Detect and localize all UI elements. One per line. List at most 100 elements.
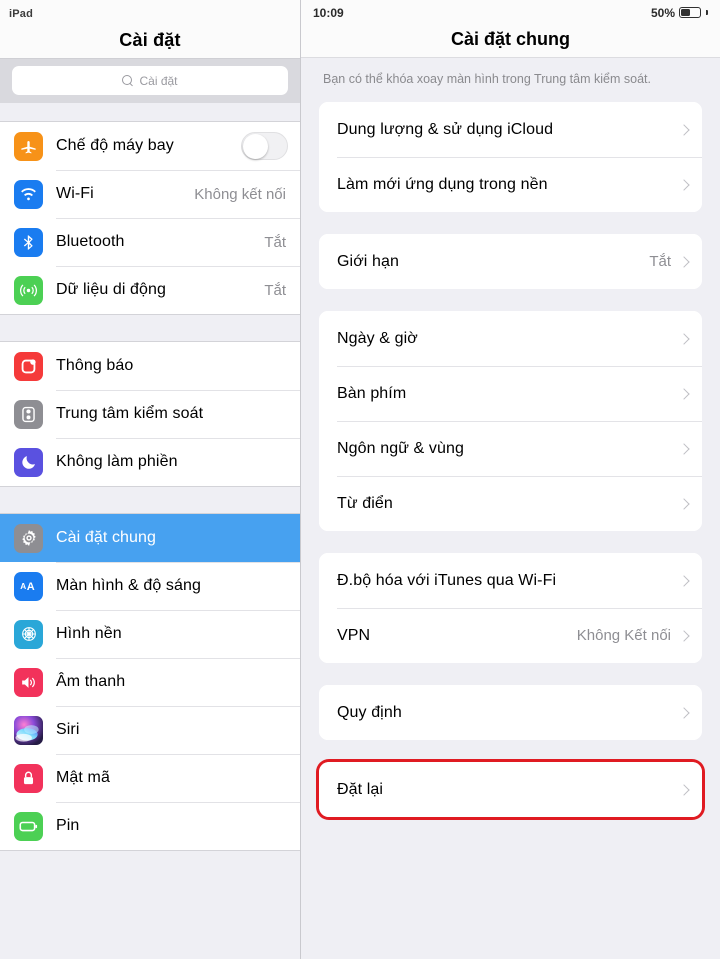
settings-card-highlighted: Đặt lại xyxy=(319,762,702,818)
sidebar-group-gap xyxy=(0,103,300,121)
battery-percent-label: 50% xyxy=(650,5,675,20)
chevron-right-icon xyxy=(678,332,690,345)
sidebar-item-3[interactable]: Hình nền xyxy=(0,610,300,658)
bluetooth-icon xyxy=(14,227,43,257)
chevron-right-icon xyxy=(678,442,690,455)
search-icon xyxy=(122,75,133,86)
search-placeholder-label: Cài đặt xyxy=(139,73,178,88)
sidebar-item-label: Chế độ máy bay xyxy=(56,137,174,154)
sidebar-item-value: Tắt xyxy=(264,281,286,299)
sidebar-title: Cài đặt xyxy=(0,22,300,58)
sidebar-item-4[interactable]: Dữ liệu di động Tắt xyxy=(0,266,300,314)
settings-row-label: Đặt lại xyxy=(337,780,384,798)
sidebar-item-label: Âm thanh xyxy=(56,673,126,690)
settings-row-label: Từ điển xyxy=(337,494,393,512)
settings-row[interactable]: Làm mới ứng dụng trong nền xyxy=(319,157,702,213)
sidebar-item-2[interactable]: Wi-Fi Không kết nối xyxy=(0,170,300,218)
ipad-settings-screen: iPad Cài đặt Cài đặt Chế độ máy bay Wi-Fi… xyxy=(0,0,720,959)
sidebar-item-label: Mật mã xyxy=(56,769,110,786)
sidebar-group-gap xyxy=(0,487,300,513)
settings-row[interactable]: Giới hạn Tắt xyxy=(319,234,702,290)
detail-title: Cài đặt chung xyxy=(301,22,720,58)
sidebar-status-bar: iPad xyxy=(0,0,300,22)
settings-card: Quy định xyxy=(319,685,702,741)
settings-row-label: VPN xyxy=(337,626,371,644)
notifications-icon xyxy=(14,351,43,381)
sidebar-item-1[interactable]: Thông báo xyxy=(0,342,300,390)
sidebar-item-label: Màn hình & độ sáng xyxy=(56,577,202,594)
settings-row[interactable]: Đặt lại xyxy=(319,762,702,818)
chevron-right-icon xyxy=(678,387,690,400)
sidebar-item-7[interactable]: Pin xyxy=(0,802,300,850)
settings-row-label: Đ.bộ hóa với iTunes qua Wi-Fi xyxy=(337,571,557,589)
wallpaper-flower-icon xyxy=(14,619,43,649)
svg-text:A: A xyxy=(20,582,26,591)
sidebar-item-label: Wi-Fi xyxy=(56,185,94,202)
chevron-right-icon xyxy=(678,574,690,587)
chevron-right-icon xyxy=(678,629,690,642)
sidebar-item-5[interactable]: Siri xyxy=(0,706,300,754)
settings-row[interactable]: Ngày & giờ xyxy=(319,311,702,367)
chevron-right-icon xyxy=(678,255,690,268)
airplane-icon xyxy=(14,131,43,161)
settings-row[interactable]: VPN Không Kết nối xyxy=(319,608,702,664)
sidebar-item-label: Dữ liệu di động xyxy=(56,281,167,298)
rotation-lock-note: Bạn có thể khóa xoay màn hình trong Trun… xyxy=(323,72,651,86)
sidebar-group: Thông báo Trung tâm kiểm soát Không làm ph… xyxy=(0,341,300,487)
settings-row-label: Ngày & giờ xyxy=(337,329,418,347)
sidebar-item-6[interactable]: Mật mã xyxy=(0,754,300,802)
settings-card: Ngày & giờ Bàn phím Ngôn ngữ & vùng Từ điển xyxy=(319,311,702,532)
lock-icon xyxy=(14,763,43,793)
battery-icon xyxy=(14,811,43,841)
chevron-right-icon xyxy=(678,123,690,136)
settings-row[interactable]: Từ điển xyxy=(319,476,702,532)
settings-row[interactable]: Dung lượng & sử dụng iCloud xyxy=(319,102,702,158)
sidebar-item-label: Siri xyxy=(56,721,80,738)
sidebar-item-label: Cài đặt chung xyxy=(56,529,157,546)
sidebar-item-4[interactable]: Âm thanh xyxy=(0,658,300,706)
sidebar-item-2[interactable]: Trung tâm kiểm soát xyxy=(0,390,300,438)
settings-row[interactable]: Đ.bộ hóa với iTunes qua Wi-Fi xyxy=(319,553,702,609)
clock-label: 10:09 xyxy=(313,5,344,20)
sidebar-item-label: Thông báo xyxy=(56,357,134,374)
settings-row-label: Quy định xyxy=(337,703,402,721)
detail-status-bar: 10:09 50% xyxy=(301,0,720,22)
sidebar-group: Chế độ máy bay Wi-Fi Không kết nối Bluetoot… xyxy=(0,121,300,315)
settings-row[interactable]: Ngôn ngữ & vùng xyxy=(319,421,702,477)
gear-icon xyxy=(14,523,43,553)
settings-row-label: Dung lượng & sử dụng iCloud xyxy=(337,120,554,138)
sidebar-item-value: Tắt xyxy=(264,233,286,251)
battery-icon xyxy=(679,7,701,18)
settings-card: Dung lượng & sử dụng iCloud Làm mới ứng d… xyxy=(319,102,702,213)
sidebar-group: Cài đặt chung A A Màn hình & độ sáng Hình nề… xyxy=(0,513,300,851)
sidebar-item-3[interactable]: Bluetooth Tắt xyxy=(0,218,300,266)
detail-scroll-area[interactable]: Bạn có thể khóa xoay màn hình trong Trun… xyxy=(301,58,720,959)
general-settings-panel: 10:09 50% Cài đặt chung Bạn có thể khóa … xyxy=(301,0,720,959)
sidebar-item-3[interactable]: Không làm phiền xyxy=(0,438,300,486)
speaker-icon xyxy=(14,667,43,697)
settings-row-label: Làm mới ứng dụng trong nền xyxy=(337,175,548,193)
sidebar-item-2[interactable]: A A Màn hình & độ sáng xyxy=(0,562,300,610)
display-aa-icon: AA xyxy=(14,571,43,601)
settings-row[interactable]: Bàn phím xyxy=(319,366,702,422)
cellular-icon xyxy=(14,275,43,305)
chevron-right-icon xyxy=(678,783,690,796)
battery-cap-icon xyxy=(706,10,708,15)
sidebar-item-1-selected[interactable]: Cài đặt chung xyxy=(0,514,300,562)
sidebar-group-gap xyxy=(0,315,300,341)
wifi-icon xyxy=(14,179,43,209)
sidebar-list[interactable]: Chế độ máy bay Wi-Fi Không kết nối Bluetoot… xyxy=(0,103,300,959)
settings-row-label: Giới hạn xyxy=(337,252,399,270)
sidebar-item-value: Không kết nối xyxy=(194,185,286,203)
chevron-right-icon xyxy=(678,706,690,719)
siri-icon xyxy=(14,715,43,745)
sidebar-item-1[interactable]: Chế độ máy bay xyxy=(0,122,300,170)
svg-text:A: A xyxy=(26,581,34,593)
sidebar-item-label: Bluetooth xyxy=(56,233,125,250)
settings-card: Đ.bộ hóa với iTunes qua Wi-Fi VPN Không Kế… xyxy=(319,553,702,664)
settings-row[interactable]: Quy định xyxy=(319,685,702,741)
moon-icon xyxy=(14,447,43,477)
sidebar-item-label: Không làm phiền xyxy=(56,453,178,470)
search-input[interactable]: Cài đặt xyxy=(12,66,288,95)
airplane-mode-toggle[interactable] xyxy=(241,132,288,160)
